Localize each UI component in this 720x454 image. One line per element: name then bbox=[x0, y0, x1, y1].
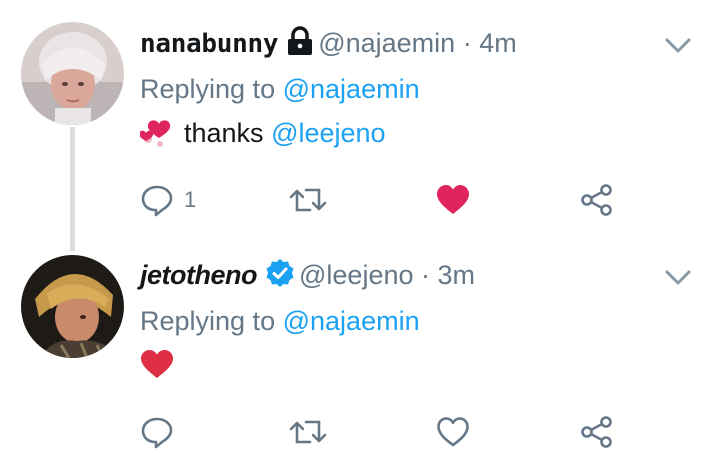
replying-to-label: Replying to bbox=[140, 306, 276, 336]
tweet-text: thanks @leejeno bbox=[138, 116, 386, 155]
avatar[interactable] bbox=[21, 22, 124, 125]
heart-outline-icon bbox=[437, 417, 469, 447]
handle[interactable]: @leejeno bbox=[299, 260, 414, 290]
tweet-actions: 1 bbox=[0, 180, 720, 220]
red-heart-icon bbox=[140, 349, 174, 387]
reply-icon bbox=[141, 417, 173, 449]
share-icon bbox=[581, 416, 612, 448]
replying-to: Replying to @najaemin bbox=[140, 304, 420, 338]
reply-button[interactable] bbox=[140, 412, 174, 452]
share-button[interactable] bbox=[580, 180, 614, 220]
tweet[interactable]: nanabunny @najaemin · 4m Replying to @naj… bbox=[0, 0, 720, 240]
display-name[interactable]: nanabunny bbox=[140, 29, 278, 59]
lock-icon bbox=[286, 26, 314, 64]
separator-dot: · bbox=[462, 28, 472, 58]
mention-link[interactable]: @leejeno bbox=[271, 118, 386, 148]
tweet-actions bbox=[0, 412, 720, 452]
reply-button[interactable]: 1 bbox=[140, 180, 196, 220]
revolving-hearts-icon bbox=[138, 117, 174, 155]
avatar[interactable] bbox=[21, 255, 124, 358]
retweet-button[interactable] bbox=[288, 412, 328, 452]
timestamp[interactable]: 4m bbox=[479, 28, 517, 58]
separator-dot: · bbox=[421, 260, 431, 290]
timestamp[interactable]: 3m bbox=[438, 260, 476, 290]
like-button[interactable] bbox=[436, 412, 470, 452]
verified-icon bbox=[265, 258, 295, 296]
tweet-thread: nanabunny @najaemin · 4m Replying to @naj… bbox=[0, 0, 720, 454]
replying-to: Replying to @najaemin bbox=[140, 72, 420, 106]
retweet-icon bbox=[289, 420, 327, 444]
display-name[interactable]: jetotheno bbox=[140, 260, 258, 290]
tweet-text bbox=[140, 348, 174, 387]
chevron-down-icon[interactable] bbox=[665, 270, 691, 286]
tweet-header: jetotheno @leejeno · 3m bbox=[140, 258, 475, 296]
handle[interactable]: @najaemin bbox=[318, 28, 455, 58]
reply-icon bbox=[141, 185, 173, 217]
replying-to-label: Replying to bbox=[140, 74, 276, 104]
tweet-header: nanabunny @najaemin · 4m bbox=[140, 26, 517, 64]
replying-to-handle[interactable]: @najaemin bbox=[283, 74, 420, 104]
tweet[interactable]: jetotheno @leejeno · 3m Replying to @naja… bbox=[0, 240, 720, 454]
chevron-down-icon[interactable] bbox=[665, 38, 691, 54]
share-button[interactable] bbox=[580, 412, 614, 452]
retweet-icon bbox=[289, 188, 327, 212]
heart-filled-icon bbox=[437, 185, 469, 214]
retweet-button[interactable] bbox=[288, 180, 328, 220]
tweet-text-content: thanks bbox=[184, 118, 264, 148]
like-button[interactable] bbox=[436, 180, 470, 220]
reply-count: 1 bbox=[184, 187, 197, 212]
replying-to-handle[interactable]: @najaemin bbox=[283, 306, 420, 336]
share-icon bbox=[581, 184, 612, 216]
